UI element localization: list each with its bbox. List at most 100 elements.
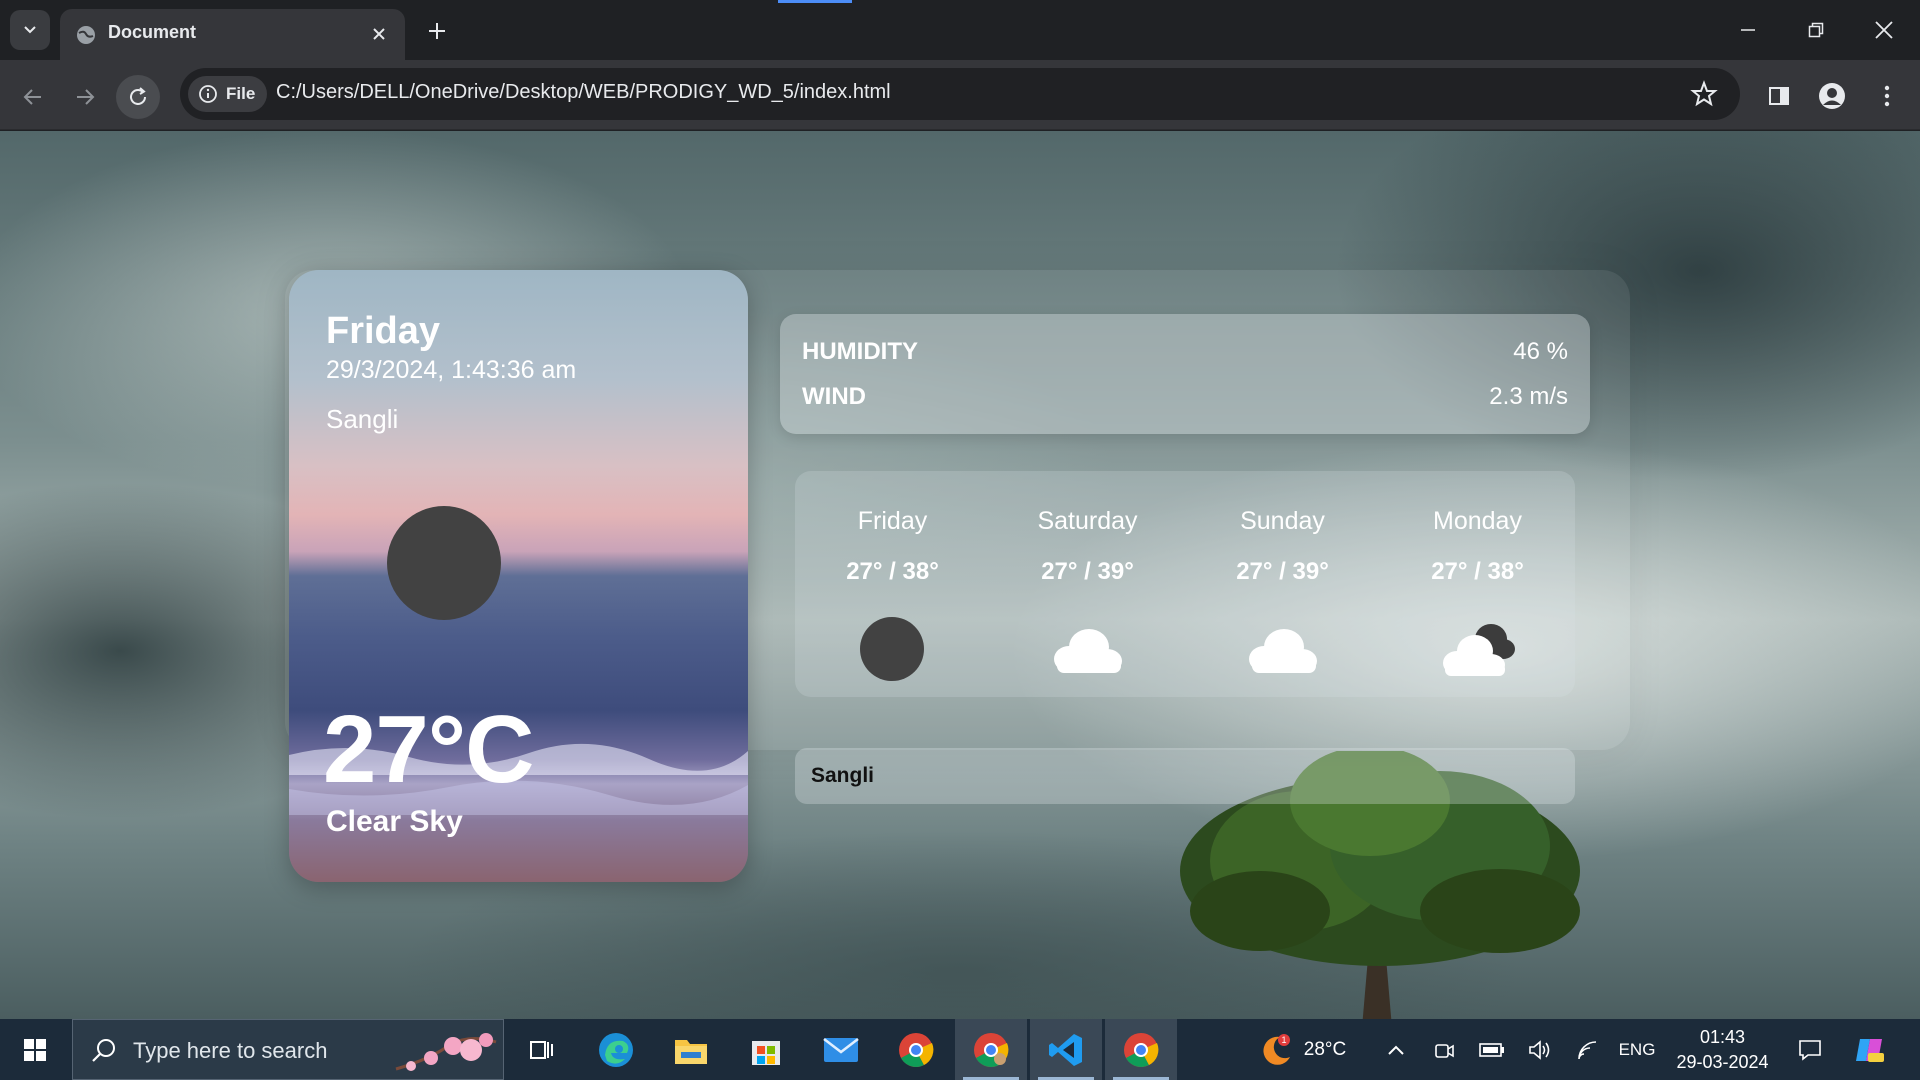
browser-toolbar: File C:/Users/DELL/OneDrive/Desktop/WEB/… [0, 60, 1920, 130]
language-label: ENG [1618, 1039, 1656, 1059]
notifications-button[interactable] [1790, 1019, 1830, 1080]
forecast-day: Sunday 27° / 39° [1185, 471, 1380, 697]
weather-widget[interactable]: 1 28°C [1248, 1019, 1358, 1080]
url-text[interactable]: C:/Users/DELL/OneDrive/Desktop/WEB/PRODI… [276, 81, 891, 104]
forecast-temp-range: 27° / 38° [1431, 558, 1524, 585]
task-view-icon [530, 1040, 553, 1059]
moon-icon [387, 506, 501, 620]
edge-app-button[interactable] [580, 1019, 652, 1080]
city-search-bar[interactable] [795, 748, 1575, 804]
forecast-day: Friday 27° / 38° [795, 471, 990, 697]
show-hidden-icons-button[interactable] [1378, 1019, 1414, 1080]
current-datetime: 29/3/2024, 1:43:36 am [326, 356, 577, 384]
store-app-button[interactable] [730, 1019, 802, 1080]
arrow-right-icon [77, 89, 95, 105]
moon-icon [860, 617, 924, 681]
wifi-icon [1578, 1040, 1597, 1059]
clock-date: 29-03-2024 [1676, 1052, 1769, 1072]
arrow-left-icon [23, 89, 41, 105]
forecast-day-name: Monday [1433, 507, 1522, 535]
page-viewport: Friday 29/3/2024, 1:43:36 am Sangli 27°C… [0, 131, 1920, 1019]
reload-icon [130, 87, 146, 105]
wind-label: WIND [802, 383, 866, 410]
taskbar-search-placeholder: Type here to search [133, 1038, 328, 1063]
forecast-day-name: Sunday [1240, 507, 1325, 535]
folder-icon [675, 1039, 707, 1064]
forecast-temp-range: 27° / 38° [846, 558, 939, 585]
site-info-chip[interactable]: File [188, 76, 268, 112]
forecast-panel: Friday 27° / 38° Saturday 27° / 39° Sund… [795, 471, 1575, 697]
forecast-day-name: Saturday [1037, 507, 1138, 535]
volume-button[interactable] [1522, 1019, 1558, 1080]
store-icon [752, 1040, 780, 1065]
bookmark-star-icon[interactable] [1690, 80, 1718, 108]
tab-title: Document [108, 22, 197, 42]
vscode-app-button[interactable] [1030, 1019, 1102, 1080]
wind-value: 2.3 m/s [1489, 383, 1568, 410]
profile-button[interactable] [1811, 75, 1853, 117]
meet-now-button[interactable] [1426, 1019, 1462, 1080]
loading-indicator [778, 0, 852, 3]
humidity-value: 46 % [1513, 338, 1568, 365]
weather-description: Clear Sky [326, 805, 463, 838]
mail-app-button[interactable] [805, 1019, 877, 1080]
close-tab-button[interactable] [367, 22, 391, 46]
restore-icon [1808, 22, 1824, 38]
clock[interactable]: 01:43 29-03-2024 [1660, 1025, 1785, 1075]
language-indicator[interactable]: ENG [1612, 1019, 1662, 1080]
network-button[interactable] [1570, 1019, 1606, 1080]
chrome-active-app-button[interactable] [1105, 1019, 1177, 1080]
clock-time: 01:43 [1699, 1027, 1746, 1047]
city-search-input[interactable] [795, 748, 1575, 804]
close-icon [373, 28, 385, 40]
taskbar-search-box[interactable]: Type here to search [72, 1019, 504, 1080]
taskbar: Type here to search 1 28°C ENG 01:43 29-… [0, 1019, 1920, 1080]
forward-button[interactable] [63, 75, 107, 119]
chevron-up-icon [1388, 1045, 1404, 1055]
minimize-button[interactable] [1728, 10, 1768, 50]
cloud-icon [1249, 629, 1317, 673]
menu-button[interactable] [1866, 75, 1908, 117]
close-icon [1875, 21, 1893, 39]
copilot-button[interactable] [1848, 1019, 1892, 1080]
file-explorer-button[interactable] [655, 1019, 727, 1080]
new-tab-button[interactable] [420, 14, 454, 48]
edge-icon [599, 1032, 633, 1067]
file-chip-label: File [226, 84, 256, 103]
meet-icon [1435, 1043, 1454, 1058]
current-city: Sangli [326, 404, 399, 434]
volume-icon [1529, 1039, 1550, 1060]
current-weather-card: Friday 29/3/2024, 1:43:36 am Sangli 27°C… [289, 270, 748, 882]
mail-icon [823, 1037, 859, 1062]
close-window-button[interactable] [1864, 10, 1904, 50]
forecast-day: Monday 27° / 38° [1380, 471, 1575, 697]
start-button[interactable] [0, 1019, 70, 1080]
chrome-icon [1124, 1032, 1159, 1067]
current-temperature: 27°C [323, 696, 534, 803]
humidity-label: HUMIDITY [802, 338, 918, 365]
reload-button[interactable] [116, 75, 160, 119]
address-bar[interactable]: File C:/Users/DELL/OneDrive/Desktop/WEB/… [180, 68, 1740, 120]
windows-icon [24, 1038, 46, 1061]
notification-icon [1799, 1039, 1821, 1061]
battery-indicator[interactable] [1474, 1019, 1510, 1080]
restore-button[interactable] [1796, 10, 1836, 50]
back-button[interactable] [11, 75, 55, 119]
vscode-icon [1049, 1033, 1082, 1066]
task-view-button[interactable] [505, 1019, 577, 1080]
side-panel-icon [1769, 87, 1789, 105]
tab-search-button[interactable] [10, 10, 50, 50]
weather-temp: 28°C [1303, 1038, 1347, 1060]
tab-document[interactable]: Document [60, 9, 405, 60]
chrome-profile-app-button[interactable] [955, 1019, 1027, 1080]
cherry-blossom-icon [395, 1033, 497, 1071]
battery-icon [1479, 1042, 1504, 1057]
chrome-app-button[interactable] [880, 1019, 952, 1080]
chrome-icon [974, 1032, 1009, 1067]
search-icon [92, 1039, 115, 1062]
forecast-temp-range: 27° / 39° [1236, 558, 1329, 585]
forecast-day: Saturday 27° / 39° [990, 471, 1185, 697]
cloudy-night-icon [1443, 624, 1515, 676]
side-panel-button[interactable] [1758, 75, 1800, 117]
weather-stats-panel: HUMIDITY 46 % WIND 2.3 m/s [780, 314, 1590, 434]
